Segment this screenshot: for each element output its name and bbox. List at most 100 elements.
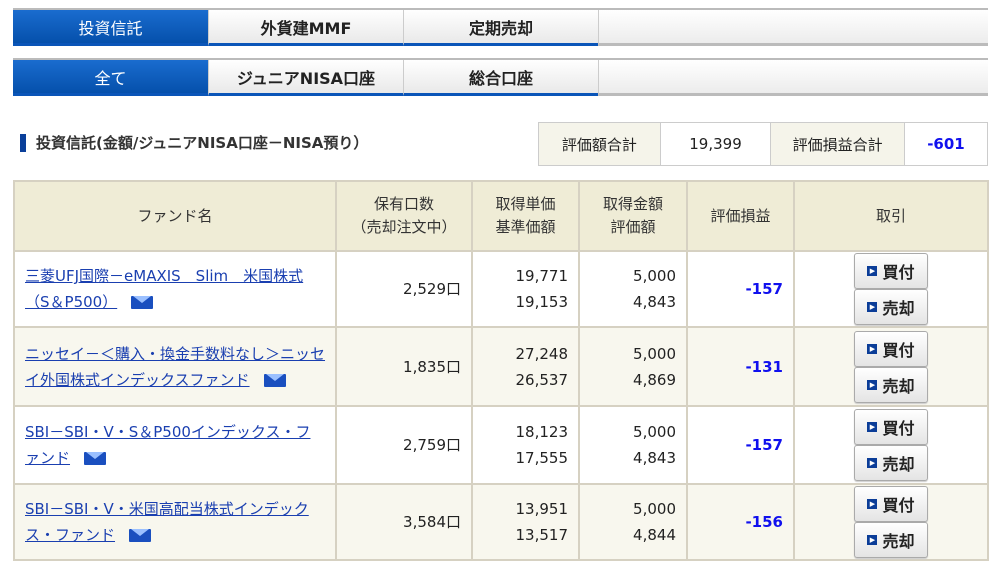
tab-foreign-mmf[interactable]: 外貨建MMF: [208, 10, 403, 46]
header-amount-1: 取得金額: [602, 195, 663, 213]
trade-cell: ▶ 買付 ▶ 売却: [793, 250, 989, 328]
fund-cell: 三菱UFJ国際－eMAXIS Slim 米国株式（S＆P500）: [13, 250, 337, 328]
summary-box: 評価額合計 19,399 評価損益合計 -601: [538, 122, 988, 166]
section-title-text: 投資信託(金額/ジュニアNISA口座－NISA預り）: [36, 134, 369, 152]
units-cell: 2,759口: [335, 405, 473, 485]
total-pl: -601: [927, 135, 965, 153]
price-cell: 19,771 19,153: [471, 250, 580, 328]
pl-cell: -157: [686, 250, 795, 328]
arrow-right-icon: ▶: [867, 302, 878, 312]
trade-cell: ▶ 買付 ▶ 売却: [793, 483, 989, 561]
mail-icon[interactable]: [263, 373, 286, 387]
cost-price: 27,248: [515, 344, 569, 363]
amount-cell: 5,000 4,843: [578, 250, 688, 328]
nav: 26,537: [515, 370, 569, 389]
pl-cell: -156: [686, 483, 795, 561]
header-units: 保有口数 （売却注文中）: [335, 180, 473, 252]
header-trade: 取引: [793, 180, 989, 252]
tab-spacer: [598, 10, 988, 46]
buy-label: 買付: [882, 419, 915, 438]
header-units-1: 保有口数: [373, 195, 434, 213]
amount-cell: 5,000 4,869: [578, 326, 688, 407]
price-cell: 27,248 26,537: [471, 326, 580, 407]
header-price-1: 取得単価: [495, 195, 556, 213]
fund-link[interactable]: 三菱UFJ国際－eMAXIS Slim 米国株式（S＆P500）: [25, 267, 303, 311]
table-row: SBI－SBI・V・S＆P500インデックス・ファンド 2,759口 18,12…: [13, 405, 989, 485]
buy-label: 買付: [882, 340, 915, 360]
units-cell: 2,529口: [335, 250, 473, 328]
table-row: SBI－SBI・V・米国高配当株式インデックス・ファンド 3,584口 13,9…: [13, 483, 989, 561]
section-title: 投資信託(金額/ジュニアNISA口座－NISA預り）: [20, 132, 368, 153]
sell-button[interactable]: ▶ 売却: [854, 445, 928, 481]
arrow-right-icon: ▶: [867, 379, 878, 390]
buy-label: 買付: [882, 496, 915, 515]
buy-label: 買付: [882, 263, 915, 282]
pl-cell: -131: [686, 326, 795, 407]
tab-all[interactable]: 全て: [13, 60, 208, 96]
market-value: 4,843: [633, 449, 676, 467]
header-amount-2: 評価額: [610, 218, 656, 236]
fund-link[interactable]: SBI－SBI・V・米国高配当株式インデックス・ファンド: [25, 500, 309, 544]
cost-amount: 5,000: [633, 267, 676, 285]
account-tabs: 全て ジュニアNISA口座 総合口座: [13, 58, 988, 96]
product-tabs: 投資信託 外貨建MMF 定期売却: [13, 8, 988, 46]
header-price-2: 基準価額: [495, 218, 556, 236]
cost-price: 18,123: [515, 423, 569, 441]
fund-cell: ニッセイ－＜購入・換金手数料なし＞ニッセイ外国株式インデックスファンド: [13, 326, 337, 407]
arrow-right-icon: ▶: [867, 458, 878, 468]
mail-icon[interactable]: [131, 296, 154, 309]
header-pl: 評価損益: [686, 180, 795, 252]
buy-button[interactable]: ▶ 買付: [854, 330, 928, 367]
header-units-2: （売却注文中）: [351, 218, 457, 236]
amount-cell: 5,000 4,843: [578, 405, 688, 485]
cost-price: 19,771: [515, 267, 569, 285]
arrow-right-icon: ▶: [867, 535, 878, 545]
arrow-right-icon: ▶: [867, 343, 878, 354]
sell-label: 売却: [882, 376, 915, 396]
fund-cell: SBI－SBI・V・米国高配当株式インデックス・ファンド: [13, 483, 337, 561]
sell-button[interactable]: ▶ 売却: [854, 522, 928, 558]
total-value: 19,399: [661, 123, 772, 165]
sell-label: 売却: [882, 299, 915, 318]
fund-link[interactable]: SBI－SBI・V・S＆P500インデックス・ファンド: [25, 423, 310, 467]
table-row: ニッセイ－＜購入・換金手数料なし＞ニッセイ外国株式インデックスファンド 1,83…: [13, 326, 989, 407]
title-marker-icon: [20, 133, 26, 152]
nav: 17,555: [515, 449, 569, 467]
fund-cell: SBI－SBI・V・S＆P500インデックス・ファンド: [13, 405, 337, 485]
tab-investment-trust[interactable]: 投資信託: [13, 10, 208, 46]
total-value-label: 評価額合計: [539, 123, 661, 165]
header-amount: 取得金額 評価額: [578, 180, 688, 252]
mail-icon[interactable]: [84, 452, 107, 465]
arrow-right-icon: ▶: [867, 422, 878, 432]
units-cell: 1,835口: [335, 326, 473, 407]
pl-cell: -157: [686, 405, 795, 485]
market-value: 4,869: [633, 370, 676, 389]
mail-icon[interactable]: [129, 529, 152, 542]
price-cell: 18,123 17,555: [471, 405, 580, 485]
tab-spacer: [598, 60, 988, 96]
cost-amount: 5,000: [633, 423, 676, 441]
tab-junior-nisa[interactable]: ジュニアNISA口座: [208, 60, 403, 96]
buy-button[interactable]: ▶ 買付: [854, 253, 928, 289]
cost-amount: 5,000: [633, 344, 676, 363]
sell-label: 売却: [882, 455, 915, 474]
total-pl-label: 評価損益合計: [771, 123, 905, 165]
cost-price: 13,951: [515, 500, 569, 518]
sell-label: 売却: [882, 532, 915, 551]
trade-cell: ▶ 買付 ▶ 売却: [793, 405, 989, 485]
sell-button[interactable]: ▶ 売却: [854, 366, 928, 403]
trade-cell: ▶ 買付 ▶ 売却: [793, 326, 989, 407]
buy-button[interactable]: ▶ 買付: [854, 409, 928, 445]
tab-periodic-sale[interactable]: 定期売却: [403, 10, 598, 46]
header-price: 取得単価 基準価額: [471, 180, 580, 252]
header-fund: ファンド名: [13, 180, 337, 252]
market-value: 4,844: [633, 526, 676, 544]
sell-button[interactable]: ▶ 売却: [854, 289, 928, 325]
price-cell: 13,951 13,517: [471, 483, 580, 561]
nav: 19,153: [515, 293, 569, 311]
amount-cell: 5,000 4,844: [578, 483, 688, 561]
buy-button[interactable]: ▶ 買付: [854, 486, 928, 522]
arrow-right-icon: ▶: [867, 499, 878, 509]
tab-general-account[interactable]: 総合口座: [403, 60, 598, 96]
market-value: 4,843: [633, 293, 676, 311]
